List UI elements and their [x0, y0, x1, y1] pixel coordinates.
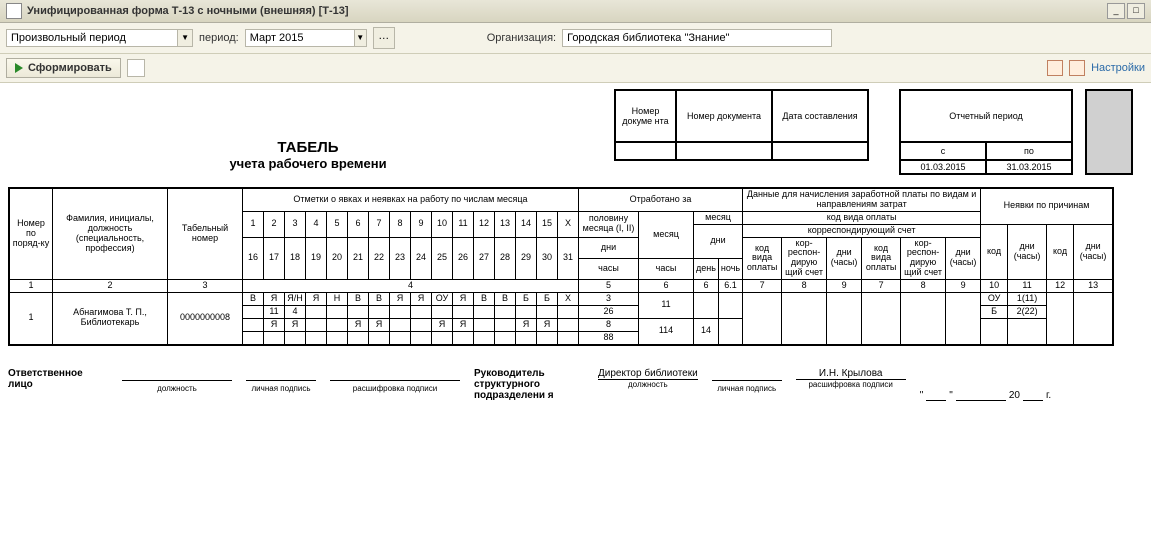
minimize-button[interactable]: _ [1107, 3, 1125, 19]
chevron-down-icon[interactable]: ▼ [354, 30, 366, 46]
doc-subtitle: учета рабочего времени [8, 156, 608, 171]
sig-fio: И.Н. Крылова [796, 368, 906, 380]
sig-resp: Ответственное лицо [8, 368, 108, 390]
org-label: Организация: [487, 32, 556, 44]
timesheet-table: Номер по поряд-куФамилия, инициалы, долж… [8, 187, 1114, 346]
hdr-report-period: Отчетный период [900, 90, 1072, 142]
hdr-docnum1: Номер докуме нта [615, 90, 676, 142]
hdr-from-val: 01.03.2015 [900, 160, 986, 174]
period-mode-combo[interactable]: ▼ [6, 29, 193, 47]
generate-button-label: Сформировать [28, 62, 112, 74]
hdr-from: с [900, 142, 986, 160]
hdr-to-val: 31.03.2015 [986, 160, 1072, 174]
report-sheet: ТАБЕЛЬ учета рабочего времени Номер доку… [0, 83, 1151, 407]
settings-link[interactable]: Настройки [1091, 62, 1145, 74]
generate-button[interactable]: Сформировать [6, 58, 121, 78]
hdr-greybox [1086, 90, 1132, 174]
org-input[interactable] [562, 29, 832, 47]
title-bar: Унифицированная форма Т-13 с ночными (вн… [0, 0, 1151, 23]
maximize-button[interactable]: □ [1127, 3, 1145, 19]
toolbar-top: ▼ период: ▼ … Организация: [0, 23, 1151, 54]
hdr-to: по [986, 142, 1072, 160]
hdr-docnum2: Номер документа [676, 90, 772, 142]
sig-ruk: Руководитель структурного подразделени я [474, 368, 584, 401]
right-tools: Настройки [1047, 60, 1145, 76]
app-icon [6, 3, 22, 19]
hdr-date: Дата составления [772, 90, 868, 142]
ellipsis-button[interactable]: … [373, 27, 395, 49]
sig-dir: Директор библиотеки [598, 368, 698, 380]
window-title: Унифицированная форма Т-13 с ночными (вн… [27, 5, 349, 17]
chevron-down-icon[interactable]: ▼ [177, 30, 192, 46]
period-combo[interactable]: ▼ [245, 29, 367, 47]
toolbar-actions: Сформировать Настройки [0, 54, 1151, 83]
doc-title: ТАБЕЛЬ [8, 139, 608, 156]
period-mode-input[interactable] [7, 30, 177, 46]
period-input[interactable] [246, 30, 354, 46]
signature-area: Ответственное лицо должность личная подп… [8, 368, 1143, 401]
play-icon [15, 63, 23, 73]
period-label: период: [199, 32, 239, 44]
settings-icon[interactable] [1069, 60, 1085, 76]
export-icon[interactable] [127, 59, 145, 77]
grid-icon[interactable] [1047, 60, 1063, 76]
